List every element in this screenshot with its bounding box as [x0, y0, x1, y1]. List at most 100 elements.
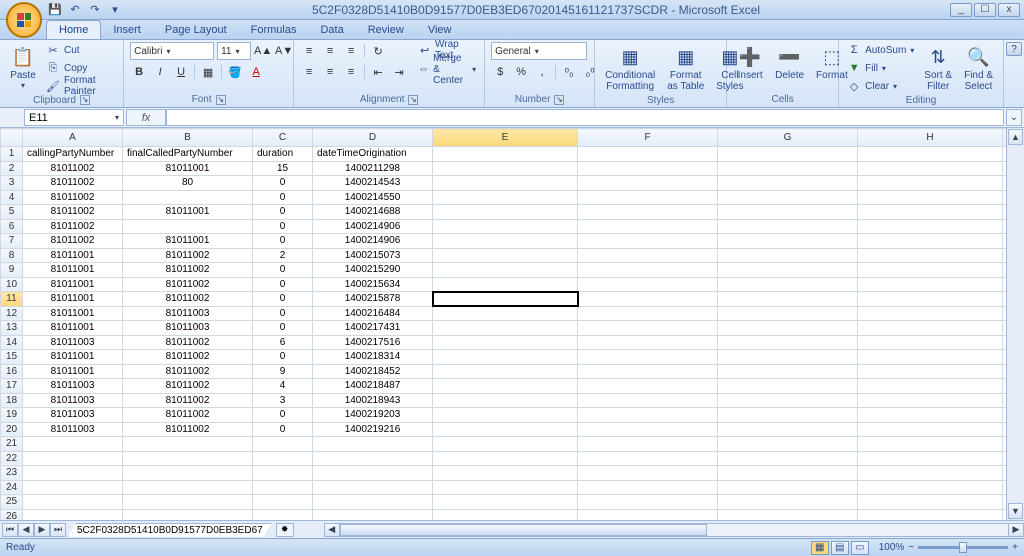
cell[interactable] — [1003, 306, 1007, 321]
cell[interactable] — [578, 364, 718, 379]
cell[interactable] — [1003, 335, 1007, 350]
cell[interactable] — [578, 205, 718, 220]
cell[interactable] — [718, 437, 858, 452]
cell[interactable] — [23, 495, 123, 510]
align-left-icon[interactable]: ≡ — [300, 63, 318, 81]
cell[interactable] — [313, 451, 433, 466]
cell[interactable]: 1400214688 — [313, 205, 433, 220]
cell[interactable] — [718, 364, 858, 379]
cell[interactable]: 81011001 — [23, 263, 123, 278]
align-middle-icon[interactable]: ≡ — [321, 42, 339, 60]
font-color-icon[interactable]: A — [247, 63, 265, 81]
cell[interactable] — [123, 190, 253, 205]
column-header[interactable]: A — [23, 129, 123, 147]
office-button[interactable] — [6, 2, 42, 38]
tab-page-layout[interactable]: Page Layout — [153, 21, 239, 39]
cell[interactable] — [1003, 176, 1007, 191]
row-header[interactable]: 25 — [1, 495, 23, 510]
sheet-nav-last-icon[interactable]: ⏭ — [50, 523, 66, 537]
cell[interactable] — [578, 393, 718, 408]
number-format-combo[interactable]: General▾ — [491, 42, 587, 60]
cell[interactable]: 3 — [253, 393, 313, 408]
cell[interactable] — [433, 466, 578, 481]
cell[interactable] — [858, 321, 1003, 336]
cell[interactable] — [313, 480, 433, 495]
cell[interactable]: 1400211298 — [313, 161, 433, 176]
cell[interactable] — [253, 466, 313, 481]
cell[interactable]: 4 — [253, 379, 313, 394]
cell[interactable] — [253, 437, 313, 452]
cell[interactable]: duration — [253, 147, 313, 162]
cell[interactable] — [1003, 393, 1007, 408]
column-header[interactable]: E — [433, 129, 578, 147]
cell[interactable]: 81011002 — [123, 393, 253, 408]
help-button[interactable]: ? — [1006, 42, 1022, 56]
cell[interactable]: 81011002 — [23, 219, 123, 234]
format-as-table-button[interactable]: ▦Format as Table — [663, 42, 708, 94]
cell[interactable] — [433, 219, 578, 234]
horizontal-scrollbar[interactable]: ◀ ▶ — [324, 523, 1024, 537]
font-size-combo[interactable]: 11▾ — [217, 42, 251, 60]
worksheet-grid[interactable]: ABCDEFGHI1callingPartyNumberfinalCalledP… — [0, 128, 1006, 520]
delete-cells-button[interactable]: ➖Delete — [771, 42, 808, 83]
shrink-font-icon[interactable]: A▼ — [275, 42, 293, 60]
cell[interactable]: 81011001 — [123, 234, 253, 249]
cell[interactable] — [858, 466, 1003, 481]
column-header[interactable]: H — [858, 129, 1003, 147]
cell[interactable]: 81011001 — [123, 161, 253, 176]
tab-formulas[interactable]: Formulas — [239, 21, 309, 39]
cell[interactable] — [1003, 147, 1007, 162]
undo-icon[interactable]: ↶ — [68, 3, 82, 17]
cell[interactable]: 1400215073 — [313, 248, 433, 263]
cell[interactable]: 81011001 — [123, 205, 253, 220]
zoom-level[interactable]: 100% — [879, 542, 905, 553]
cell[interactable] — [1003, 219, 1007, 234]
cell[interactable] — [718, 422, 858, 437]
close-button[interactable]: x — [998, 3, 1020, 17]
save-icon[interactable]: 💾 — [48, 3, 62, 17]
cell[interactable] — [858, 248, 1003, 263]
cell[interactable] — [1003, 277, 1007, 292]
cell[interactable] — [1003, 437, 1007, 452]
outdent-icon[interactable]: ⇤ — [369, 63, 387, 81]
cell[interactable] — [1003, 205, 1007, 220]
cell[interactable] — [578, 480, 718, 495]
cell[interactable] — [858, 306, 1003, 321]
cell[interactable] — [1003, 408, 1007, 423]
cell[interactable] — [1003, 495, 1007, 510]
cell[interactable] — [23, 480, 123, 495]
normal-view-icon[interactable]: ▦ — [811, 541, 829, 555]
cell[interactable] — [123, 437, 253, 452]
cell[interactable] — [313, 509, 433, 520]
scroll-up-icon[interactable]: ▲ — [1008, 129, 1023, 145]
orientation-icon[interactable]: ↻ — [369, 42, 387, 60]
cell[interactable] — [718, 509, 858, 520]
cell[interactable] — [23, 509, 123, 520]
cell[interactable]: 81011002 — [23, 176, 123, 191]
cell[interactable]: 81011002 — [23, 161, 123, 176]
cell[interactable] — [718, 379, 858, 394]
cell[interactable] — [123, 451, 253, 466]
sheet-nav-prev-icon[interactable]: ◀ — [18, 523, 34, 537]
cell[interactable]: dateTimeOrigination — [313, 147, 433, 162]
border-icon[interactable]: ▦ — [199, 63, 217, 81]
clipboard-dialog-icon[interactable]: ↘ — [80, 95, 90, 105]
cell[interactable] — [433, 321, 578, 336]
column-header[interactable]: B — [123, 129, 253, 147]
tab-home[interactable]: Home — [46, 20, 101, 39]
cell[interactable] — [433, 234, 578, 249]
cell[interactable] — [718, 408, 858, 423]
align-top-icon[interactable]: ≡ — [300, 42, 318, 60]
cell[interactable] — [433, 335, 578, 350]
alignment-dialog-icon[interactable]: ↘ — [408, 95, 418, 105]
cell[interactable]: 1400216484 — [313, 306, 433, 321]
cell[interactable] — [23, 451, 123, 466]
column-header[interactable]: I — [1003, 129, 1007, 147]
sheet-tab[interactable]: 5C2F0328D51410B0D91577D0EB3ED67 — [68, 523, 272, 537]
cell[interactable]: 81011002 — [23, 205, 123, 220]
cell[interactable] — [578, 495, 718, 510]
cell[interactable]: 0 — [253, 205, 313, 220]
fill-button[interactable]: ▼Fill▾ — [845, 60, 916, 76]
autosum-button[interactable]: ΣAutoSum▾ — [845, 42, 916, 58]
cell[interactable] — [858, 263, 1003, 278]
